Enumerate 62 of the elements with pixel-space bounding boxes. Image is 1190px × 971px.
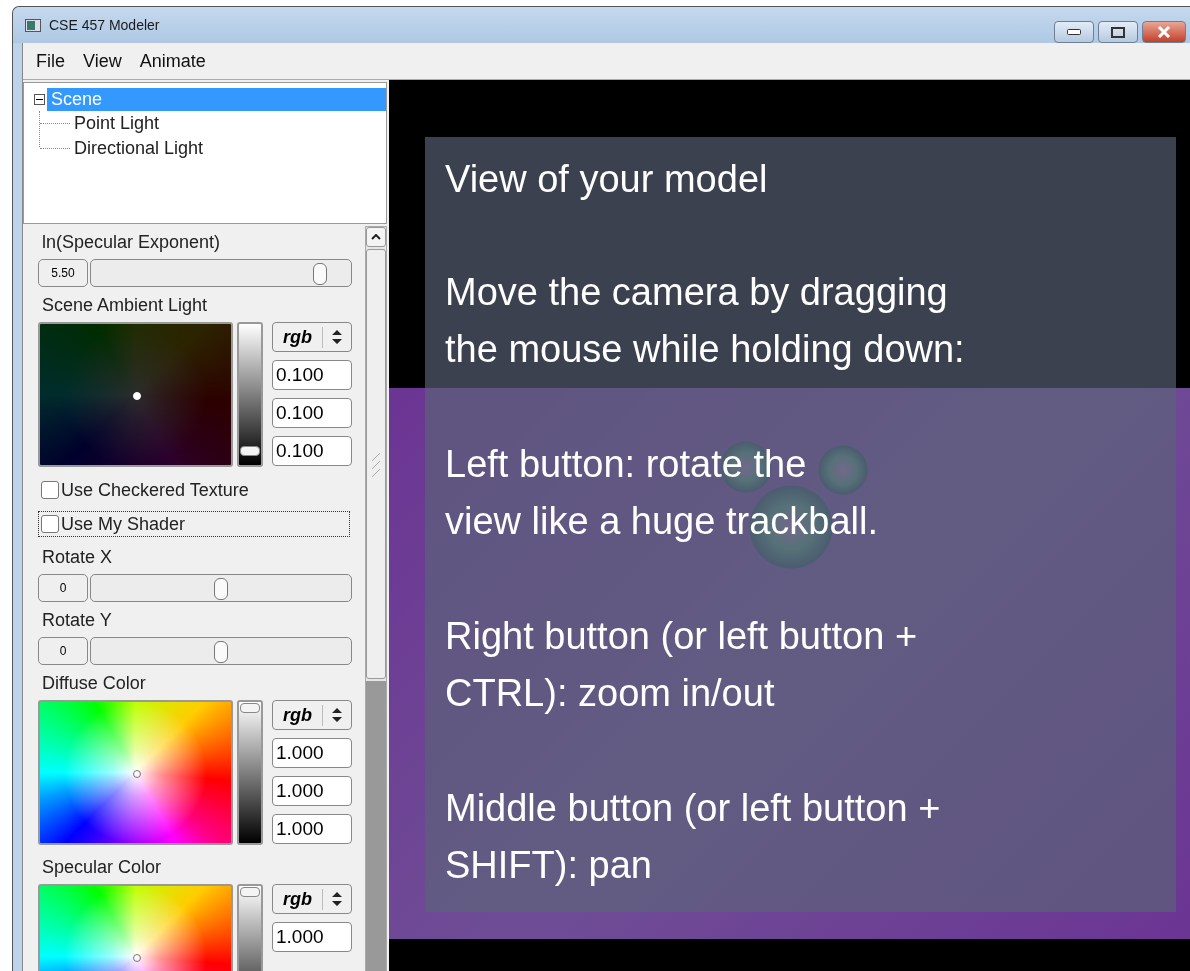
instruction-text: Right button (or left button + CTRL): zoom in/out — [445, 614, 918, 716]
minimize-icon — [1067, 29, 1081, 35]
color-value-field[interactable]: 1.000 — [272, 922, 352, 952]
slider[interactable] — [90, 637, 352, 665]
slider[interactable] — [90, 574, 352, 602]
maximize-icon — [1111, 26, 1125, 38]
color-mode-spinner[interactable]: rgb — [272, 884, 352, 914]
slider-label: Rotate Y — [42, 609, 113, 631]
color-mode-spinner[interactable]: rgb — [272, 322, 352, 352]
brightness-thumb[interactable] — [240, 703, 260, 713]
scrollbar[interactable] — [365, 226, 387, 971]
brightness-thumb[interactable] — [240, 887, 260, 897]
overlay-title: View of your model — [445, 157, 769, 202]
scroll-up-button[interactable] — [366, 227, 386, 247]
spinner-arrows-icon — [331, 329, 343, 345]
model-viewport[interactable] — [389, 80, 1190, 971]
color-picker[interactable] — [38, 322, 233, 467]
color-label: Diffuse Color — [42, 672, 147, 694]
brightness-slider[interactable] — [237, 700, 263, 845]
instruction-text: Middle button (or left button + SHIFT): pan — [445, 786, 941, 888]
color-value-field[interactable]: 1.000 — [272, 776, 352, 806]
instruction-text: Left button: rotate the view like a huge trackball. — [445, 442, 878, 544]
brightness-thumb[interactable] — [240, 445, 260, 456]
tree-item[interactable]: Directional Light — [70, 136, 208, 161]
tree-item[interactable]: Point Light — [70, 111, 164, 136]
menu-item[interactable]: View — [74, 48, 131, 74]
slider[interactable] — [90, 259, 352, 287]
app-icon — [25, 18, 41, 32]
menu-item[interactable]: File — [27, 48, 74, 74]
window-title: CSE 457 Modeler — [49, 17, 161, 33]
scroll-thumb[interactable] — [366, 249, 386, 679]
close-icon — [1156, 26, 1172, 38]
checkbox-box[interactable] — [41, 481, 59, 499]
spinner-arrows-icon — [331, 707, 343, 723]
brightness-slider[interactable] — [237, 322, 263, 467]
color-mode-spinner[interactable]: rgb — [272, 700, 352, 730]
slider-value[interactable]: 5.50 — [38, 259, 88, 287]
slider-label: ln(Specular Exponent) — [42, 231, 222, 253]
instruction-text: Move the camera by dragging the mouse while holding down: — [445, 270, 965, 372]
maximize-button[interactable] — [1098, 21, 1138, 43]
color-value-field[interactable]: 0.100 — [272, 360, 352, 390]
slider-thumb[interactable] — [214, 578, 228, 600]
color-picker[interactable] — [38, 700, 233, 845]
minimize-button[interactable] — [1054, 21, 1094, 43]
slider-label: Rotate X — [42, 546, 114, 568]
slider-thumb[interactable] — [214, 641, 228, 663]
menu-item[interactable]: Animate — [130, 48, 215, 74]
close-button[interactable] — [1142, 21, 1186, 43]
color-label: Scene Ambient Light — [42, 294, 209, 316]
color-value-field[interactable]: 1.000 — [272, 738, 352, 768]
slider-value[interactable]: 0 — [38, 574, 88, 602]
color-value-field[interactable]: 1.000 — [272, 814, 352, 844]
checkbox-box[interactable] — [41, 515, 59, 533]
spinner-arrows-icon — [331, 891, 343, 907]
slider-value[interactable]: 0 — [38, 637, 88, 665]
collapse-icon[interactable] — [34, 94, 45, 105]
slider-thumb[interactable] — [312, 263, 327, 285]
color-label: Specular Color — [42, 856, 163, 878]
color-value-field[interactable]: 0.100 — [272, 436, 352, 466]
color-value-field[interactable]: 0.100 — [272, 398, 352, 428]
checkbox[interactable]: Use My Shader — [38, 511, 350, 537]
checkbox[interactable]: Use Checkered Texture — [38, 477, 350, 503]
